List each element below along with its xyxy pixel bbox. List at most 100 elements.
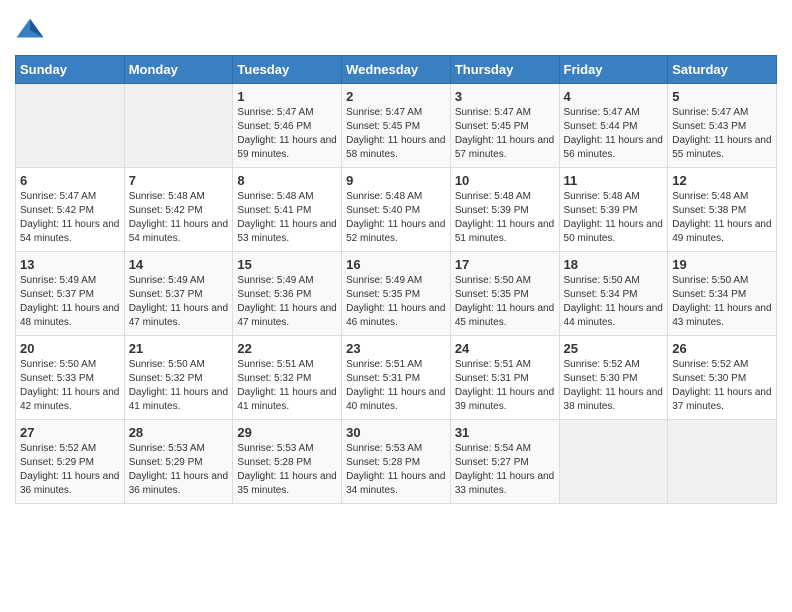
- calendar-cell: 23 Sunrise: 5:51 AM Sunset: 5:31 PM Dayl…: [342, 336, 451, 420]
- week-row-5: 27 Sunrise: 5:52 AM Sunset: 5:29 PM Dayl…: [16, 420, 777, 504]
- sunset-label: Sunset: 5:28 PM: [346, 457, 420, 468]
- header-cell-tuesday: Tuesday: [233, 56, 342, 84]
- sunset-label: Sunset: 5:45 PM: [346, 121, 420, 132]
- sunrise-label: Sunrise: 5:47 AM: [237, 107, 313, 118]
- cell-content: Sunrise: 5:48 AM Sunset: 5:38 PM Dayligh…: [672, 190, 772, 246]
- calendar-body: 1 Sunrise: 5:47 AM Sunset: 5:46 PM Dayli…: [16, 84, 777, 504]
- sunset-label: Sunset: 5:32 PM: [237, 373, 311, 384]
- calendar-cell: 14 Sunrise: 5:49 AM Sunset: 5:37 PM Dayl…: [124, 252, 233, 336]
- sunset-label: Sunset: 5:33 PM: [20, 373, 94, 384]
- header-row: SundayMondayTuesdayWednesdayThursdayFrid…: [16, 56, 777, 84]
- week-row-1: 1 Sunrise: 5:47 AM Sunset: 5:46 PM Dayli…: [16, 84, 777, 168]
- cell-content: Sunrise: 5:47 AM Sunset: 5:44 PM Dayligh…: [564, 106, 664, 162]
- daylight-label: Daylight: 11 hours and 49 minutes.: [672, 219, 771, 244]
- logo: [15, 15, 49, 45]
- daylight-label: Daylight: 11 hours and 42 minutes.: [20, 387, 119, 412]
- daylight-label: Daylight: 11 hours and 55 minutes.: [672, 135, 771, 160]
- daylight-label: Daylight: 11 hours and 36 minutes.: [20, 471, 119, 496]
- day-number: 22: [237, 341, 337, 356]
- sunset-label: Sunset: 5:39 PM: [455, 205, 529, 216]
- sunrise-label: Sunrise: 5:48 AM: [237, 191, 313, 202]
- calendar-cell: 29 Sunrise: 5:53 AM Sunset: 5:28 PM Dayl…: [233, 420, 342, 504]
- sunset-label: Sunset: 5:30 PM: [564, 373, 638, 384]
- cell-content: Sunrise: 5:47 AM Sunset: 5:45 PM Dayligh…: [346, 106, 446, 162]
- calendar-cell: 21 Sunrise: 5:50 AM Sunset: 5:32 PM Dayl…: [124, 336, 233, 420]
- sunrise-label: Sunrise: 5:53 AM: [129, 443, 205, 454]
- sunrise-label: Sunrise: 5:48 AM: [672, 191, 748, 202]
- calendar-cell: 19 Sunrise: 5:50 AM Sunset: 5:34 PM Dayl…: [668, 252, 777, 336]
- calendar-cell: 30 Sunrise: 5:53 AM Sunset: 5:28 PM Dayl…: [342, 420, 451, 504]
- sunset-label: Sunset: 5:42 PM: [129, 205, 203, 216]
- daylight-label: Daylight: 11 hours and 48 minutes.: [20, 303, 119, 328]
- cell-content: Sunrise: 5:48 AM Sunset: 5:39 PM Dayligh…: [455, 190, 555, 246]
- cell-content: Sunrise: 5:49 AM Sunset: 5:35 PM Dayligh…: [346, 274, 446, 330]
- calendar-cell: [16, 84, 125, 168]
- sunset-label: Sunset: 5:34 PM: [564, 289, 638, 300]
- cell-content: Sunrise: 5:50 AM Sunset: 5:33 PM Dayligh…: [20, 358, 120, 414]
- daylight-label: Daylight: 11 hours and 39 minutes.: [455, 387, 554, 412]
- daylight-label: Daylight: 11 hours and 34 minutes.: [346, 471, 445, 496]
- daylight-label: Daylight: 11 hours and 33 minutes.: [455, 471, 554, 496]
- calendar-cell: 12 Sunrise: 5:48 AM Sunset: 5:38 PM Dayl…: [668, 168, 777, 252]
- calendar-cell: 3 Sunrise: 5:47 AM Sunset: 5:45 PM Dayli…: [450, 84, 559, 168]
- calendar-cell: 22 Sunrise: 5:51 AM Sunset: 5:32 PM Dayl…: [233, 336, 342, 420]
- day-number: 20: [20, 341, 120, 356]
- daylight-label: Daylight: 11 hours and 54 minutes.: [20, 219, 119, 244]
- daylight-label: Daylight: 11 hours and 38 minutes.: [564, 387, 663, 412]
- cell-content: Sunrise: 5:52 AM Sunset: 5:30 PM Dayligh…: [672, 358, 772, 414]
- sunset-label: Sunset: 5:37 PM: [20, 289, 94, 300]
- sunrise-label: Sunrise: 5:47 AM: [564, 107, 640, 118]
- cell-content: Sunrise: 5:50 AM Sunset: 5:34 PM Dayligh…: [672, 274, 772, 330]
- page-header: [15, 15, 777, 45]
- calendar-cell: 18 Sunrise: 5:50 AM Sunset: 5:34 PM Dayl…: [559, 252, 668, 336]
- header-cell-friday: Friday: [559, 56, 668, 84]
- calendar-cell: 7 Sunrise: 5:48 AM Sunset: 5:42 PM Dayli…: [124, 168, 233, 252]
- day-number: 13: [20, 257, 120, 272]
- sunrise-label: Sunrise: 5:51 AM: [237, 359, 313, 370]
- sunset-label: Sunset: 5:29 PM: [129, 457, 203, 468]
- sunset-label: Sunset: 5:37 PM: [129, 289, 203, 300]
- calendar-cell: 16 Sunrise: 5:49 AM Sunset: 5:35 PM Dayl…: [342, 252, 451, 336]
- calendar-cell: 25 Sunrise: 5:52 AM Sunset: 5:30 PM Dayl…: [559, 336, 668, 420]
- day-number: 5: [672, 89, 772, 104]
- sunset-label: Sunset: 5:27 PM: [455, 457, 529, 468]
- calendar-cell: 20 Sunrise: 5:50 AM Sunset: 5:33 PM Dayl…: [16, 336, 125, 420]
- daylight-label: Daylight: 11 hours and 40 minutes.: [346, 387, 445, 412]
- day-number: 3: [455, 89, 555, 104]
- cell-content: Sunrise: 5:47 AM Sunset: 5:46 PM Dayligh…: [237, 106, 337, 162]
- sunrise-label: Sunrise: 5:51 AM: [455, 359, 531, 370]
- sunrise-label: Sunrise: 5:48 AM: [455, 191, 531, 202]
- day-number: 10: [455, 173, 555, 188]
- sunrise-label: Sunrise: 5:53 AM: [237, 443, 313, 454]
- calendar-cell: 31 Sunrise: 5:54 AM Sunset: 5:27 PM Dayl…: [450, 420, 559, 504]
- calendar-cell: 5 Sunrise: 5:47 AM Sunset: 5:43 PM Dayli…: [668, 84, 777, 168]
- day-number: 8: [237, 173, 337, 188]
- day-number: 19: [672, 257, 772, 272]
- sunset-label: Sunset: 5:32 PM: [129, 373, 203, 384]
- header-cell-wednesday: Wednesday: [342, 56, 451, 84]
- sunrise-label: Sunrise: 5:47 AM: [346, 107, 422, 118]
- day-number: 30: [346, 425, 446, 440]
- sunrise-label: Sunrise: 5:52 AM: [672, 359, 748, 370]
- sunrise-label: Sunrise: 5:54 AM: [455, 443, 531, 454]
- sunset-label: Sunset: 5:28 PM: [237, 457, 311, 468]
- header-cell-thursday: Thursday: [450, 56, 559, 84]
- daylight-label: Daylight: 11 hours and 58 minutes.: [346, 135, 445, 160]
- daylight-label: Daylight: 11 hours and 59 minutes.: [237, 135, 336, 160]
- sunrise-label: Sunrise: 5:49 AM: [346, 275, 422, 286]
- week-row-3: 13 Sunrise: 5:49 AM Sunset: 5:37 PM Dayl…: [16, 252, 777, 336]
- sunset-label: Sunset: 5:34 PM: [672, 289, 746, 300]
- sunset-label: Sunset: 5:44 PM: [564, 121, 638, 132]
- day-number: 4: [564, 89, 664, 104]
- cell-content: Sunrise: 5:48 AM Sunset: 5:41 PM Dayligh…: [237, 190, 337, 246]
- calendar-table: SundayMondayTuesdayWednesdayThursdayFrid…: [15, 55, 777, 504]
- calendar-cell: 24 Sunrise: 5:51 AM Sunset: 5:31 PM Dayl…: [450, 336, 559, 420]
- sunrise-label: Sunrise: 5:49 AM: [20, 275, 96, 286]
- day-number: 9: [346, 173, 446, 188]
- sunset-label: Sunset: 5:30 PM: [672, 373, 746, 384]
- day-number: 14: [129, 257, 229, 272]
- sunrise-label: Sunrise: 5:50 AM: [672, 275, 748, 286]
- day-number: 18: [564, 257, 664, 272]
- cell-content: Sunrise: 5:54 AM Sunset: 5:27 PM Dayligh…: [455, 442, 555, 498]
- daylight-label: Daylight: 11 hours and 47 minutes.: [237, 303, 336, 328]
